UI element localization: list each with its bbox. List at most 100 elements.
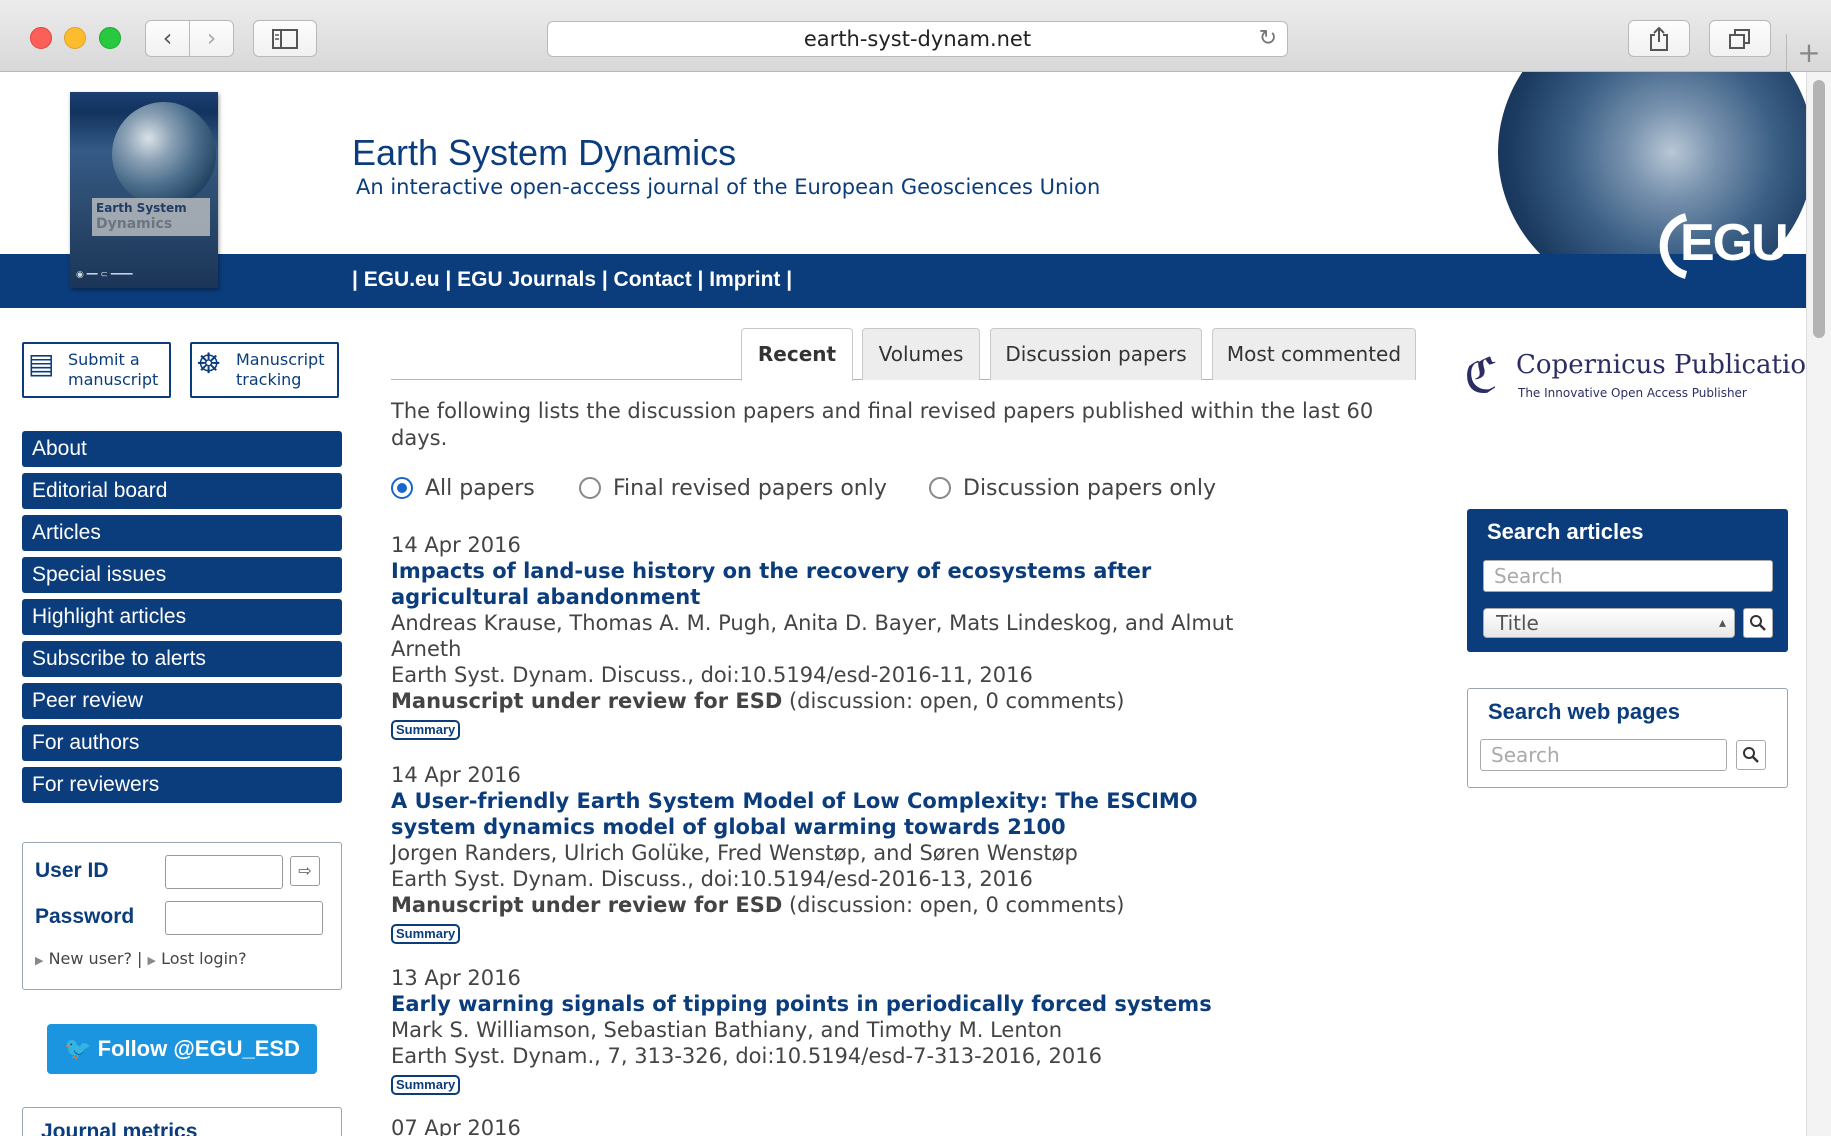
journal-cover-image[interactable]: Earth System Dynamics ◉ ━━ ⊂ ━━━━: [70, 92, 218, 288]
egu-logo-text: EGU: [1680, 214, 1789, 272]
history-nav: ‹ ›: [145, 20, 234, 57]
tabs-icon: [1729, 28, 1750, 49]
lost-login-link[interactable]: Lost login?: [161, 949, 247, 968]
search-web-input[interactable]: Search: [1480, 739, 1727, 771]
article-item: 13 Apr 2016 Early warning signals of tip…: [391, 965, 1421, 1095]
scrollbar-thumb[interactable]: [1813, 80, 1825, 338]
article-date: 07 Apr 2016: [391, 1116, 521, 1136]
copernicus-mark-icon: ℭ: [1464, 348, 1498, 404]
select-arrows-icon: ▴: [1718, 615, 1726, 631]
sidebar-item-subscribe-alerts[interactable]: Subscribe to alerts: [22, 641, 342, 677]
sidebar-item-for-authors[interactable]: For authors: [22, 725, 342, 761]
sidebar-item-about[interactable]: About: [22, 431, 342, 467]
tab-volumes[interactable]: Volumes: [862, 328, 980, 380]
sidebar-menu: About Editorial board Articles Special i…: [22, 431, 342, 809]
close-window-button[interactable]: [30, 27, 52, 49]
submit-label-line2: manuscript: [68, 370, 159, 389]
sidebar-item-peer-review[interactable]: Peer review: [22, 683, 342, 719]
sidebar-toggle-button[interactable]: [253, 20, 317, 57]
article-authors-line1: Andreas Krause, Thomas A. M. Pugh, Anita…: [391, 611, 1234, 635]
password-input[interactable]: [165, 901, 323, 935]
submit-label: Submit a manuscript: [68, 350, 158, 390]
article-title[interactable]: A User-friendly Earth System Model of Lo…: [391, 788, 1421, 840]
web-page: Earth System Dynamics ◉ ━━ ⊂ ━━━━ Earth …: [0, 72, 1806, 1136]
tab-discussion-papers[interactable]: Discussion papers: [990, 328, 1202, 380]
back-button[interactable]: ‹: [146, 21, 190, 56]
search-articles-button[interactable]: [1743, 608, 1773, 638]
summary-button[interactable]: Summary: [391, 720, 461, 740]
browser-toolbar: ‹ › earth-syst-dynam.net ↻ +: [0, 0, 1831, 72]
sidebar-item-special-issues[interactable]: Special issues: [22, 557, 342, 593]
sidebar-item-highlight-articles[interactable]: Highlight articles: [22, 599, 342, 635]
article-item: 14 Apr 2016 A User-friendly Earth System…: [391, 762, 1421, 944]
login-box: User ID ⇨ Password ▶ New user? | ▶ Lost …: [22, 842, 342, 990]
new-tab-button[interactable]: +: [1786, 34, 1831, 72]
article-authors-line2: Arneth: [391, 637, 462, 661]
summary-button[interactable]: Summary: [391, 1075, 461, 1095]
search-icon: [1750, 615, 1766, 631]
link-contact[interactable]: Contact: [614, 268, 692, 291]
login-submit-button[interactable]: ⇨: [290, 856, 320, 886]
address-bar[interactable]: earth-syst-dynam.net ↻: [547, 21, 1288, 57]
sidebar-item-for-reviewers[interactable]: For reviewers: [22, 767, 342, 803]
link-egu-journals[interactable]: EGU Journals: [457, 268, 596, 291]
show-tabs-button[interactable]: [1709, 20, 1771, 57]
new-user-link[interactable]: New user?: [49, 949, 132, 968]
login-links: ▶ New user? | ▶ Lost login?: [35, 949, 247, 968]
search-web-box: Search web pages Search: [1467, 688, 1788, 788]
search-articles-box: Search articles Search Title ▴: [1467, 509, 1788, 652]
tracking-label-line2: tracking: [236, 370, 302, 389]
egu-logo[interactable]: EGU: [1659, 207, 1789, 287]
article-date: 14 Apr 2016: [391, 763, 521, 787]
article-date: 14 Apr 2016: [391, 533, 521, 557]
article-title[interactable]: Impacts of land-use history on the recov…: [391, 558, 1421, 610]
article-tabs: Recent Volumes Discussion papers Most co…: [391, 328, 1416, 381]
sidebar-item-editorial-board[interactable]: Editorial board: [22, 473, 342, 509]
article-citation: Earth Syst. Dynam. Discuss., doi:10.5194…: [391, 867, 1033, 891]
radio-icon: [579, 477, 601, 499]
forward-button[interactable]: ›: [190, 21, 233, 56]
article-authors: Mark S. Williamson, Sebastian Bathiany, …: [391, 1018, 1063, 1042]
journal-subtitle: An interactive open-access journal of th…: [356, 175, 1101, 199]
tab-most-commented[interactable]: Most commented: [1212, 328, 1416, 380]
link-imprint[interactable]: Imprint: [709, 268, 780, 291]
submit-manuscript-button[interactable]: ▤ Submit a manuscript: [22, 342, 171, 398]
zoom-window-button[interactable]: [99, 27, 121, 49]
article-status-line: Manuscript under review for ESD (discuss…: [391, 892, 1421, 918]
link-egu-eu[interactable]: EGU.eu: [364, 268, 440, 291]
filter-all-papers[interactable]: All papers: [391, 476, 535, 501]
sidebar-item-articles[interactable]: Articles: [22, 515, 342, 551]
article-title[interactable]: Early warning signals of tipping points …: [391, 991, 1421, 1017]
journal-metrics-box: Journal metrics: [22, 1107, 342, 1136]
article-discussion: (discussion: open, 0 comments): [782, 689, 1125, 713]
reload-icon[interactable]: ↻: [1259, 22, 1277, 56]
search-field-select[interactable]: Title ▴: [1483, 608, 1735, 638]
summary-button[interactable]: Summary: [391, 924, 461, 944]
article-discussion: (discussion: open, 0 comments): [782, 893, 1125, 917]
search-web-button[interactable]: [1736, 740, 1766, 770]
minimize-window-button[interactable]: [64, 27, 86, 49]
journal-metrics-title[interactable]: Journal metrics: [41, 1120, 197, 1136]
search-articles-input[interactable]: Search: [1483, 560, 1773, 592]
user-id-input[interactable]: [165, 855, 283, 889]
filter-discussion-only[interactable]: Discussion papers only: [929, 476, 1216, 501]
password-label: Password: [35, 905, 135, 928]
share-button[interactable]: [1628, 20, 1690, 57]
ship-wheel-icon: ☸: [196, 347, 222, 380]
copernicus-logo[interactable]: ℭ Copernicus Publications The Innovative…: [1464, 338, 1806, 418]
submit-label-line1: Submit a: [68, 350, 140, 369]
article-status[interactable]: Manuscript under review for ESD: [391, 893, 782, 917]
manuscript-tracking-button[interactable]: ☸ Manuscript tracking: [190, 342, 339, 398]
article-date: 13 Apr 2016: [391, 966, 521, 990]
triangle-right-icon: ▶: [35, 954, 44, 967]
tracking-label: Manuscript tracking: [236, 350, 324, 390]
journal-title[interactable]: Earth System Dynamics: [352, 132, 736, 174]
twitter-follow-button[interactable]: 🐦 Follow @EGU_ESD: [47, 1024, 317, 1074]
follow-label: Follow @EGU_ESD: [97, 1036, 300, 1061]
article-status[interactable]: Manuscript under review for ESD: [391, 689, 782, 713]
user-id-label: User ID: [35, 859, 109, 882]
filter-final-revised[interactable]: Final revised papers only: [579, 476, 887, 501]
cover-title-line2: Dynamics: [96, 216, 173, 232]
tab-recent[interactable]: Recent: [741, 328, 853, 381]
page-scrollbar[interactable]: [1806, 72, 1831, 1136]
